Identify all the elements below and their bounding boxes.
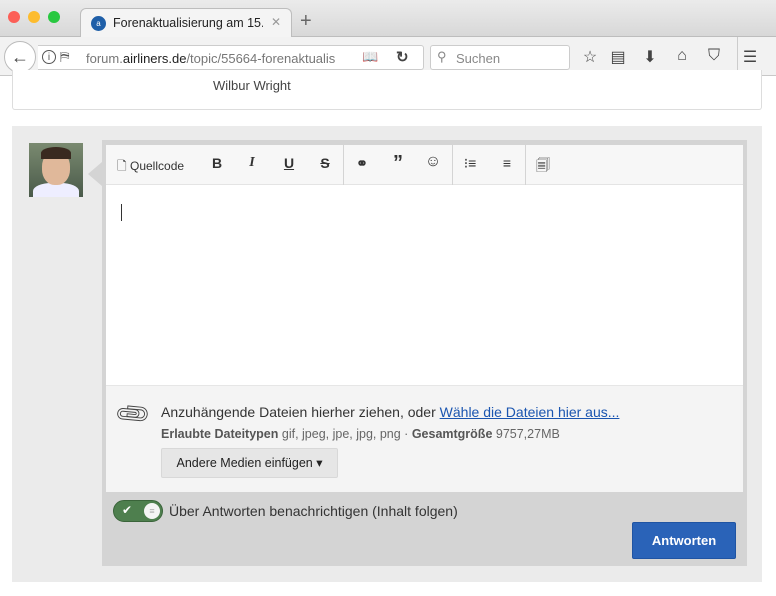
toggle-knob: ≡ [144,503,160,519]
submit-reply-button[interactable]: Antworten [632,522,736,559]
source-code-icon: 🗋 [117,159,127,173]
previous-post-card [12,70,762,110]
allowed-types: Erlaubte Dateitypen gif, jpeg, jpe, jpg,… [161,427,560,441]
link-icon[interactable]: ⚭ [352,155,372,172]
types-label: Erlaubte Dateitypen [161,427,279,441]
home-icon[interactable]: ⌂ [672,47,692,65]
avatar[interactable] [29,143,83,197]
tracking-icon[interactable]: ⛿ [60,49,69,65]
search-input[interactable]: ⚲ Suchen [430,45,570,70]
source-button[interactable]: 🗋 Quellcode [117,157,184,178]
size-label: Gesamtgröße [411,427,493,441]
reader-view-icon[interactable]: 📖 [362,49,378,65]
italic-button[interactable]: I [242,155,262,171]
post-author[interactable]: Wilbur Wright [213,78,291,93]
favicon-icon: a [91,16,106,31]
back-button[interactable]: ← [4,41,36,73]
toolbar-separator [343,145,344,185]
toolbar-separator [525,145,526,185]
other-media-button[interactable]: Andere Medien einfügen ▾ [161,448,338,478]
close-tab-icon[interactable]: ✕ [271,15,281,29]
url-prefix: forum. [86,51,123,66]
follow-label[interactable]: Über Antworten benachrichtigen (Inhalt f… [169,503,458,519]
url-domain: airliners.de [122,51,187,66]
bullet-list-icon[interactable]: ⁝≡ [460,155,480,172]
reload-icon[interactable]: ↻ [396,48,409,66]
source-label: Quellcode [130,159,185,173]
search-placeholder: Suchen [456,51,501,66]
download-icon[interactable]: ⬇ [640,47,660,67]
numbered-list-icon[interactable]: ≡ [497,155,517,171]
browser-tab[interactable]: a Forenaktualisierung am 15.08 ✕ [80,8,292,38]
editor-textarea[interactable] [106,185,743,385]
search-icon: ⚲ [437,49,447,64]
info-icon[interactable]: i [42,50,56,64]
drop-instructions: Anzuhängende Dateien hierher ziehen, ode… [161,404,440,420]
reading-list-icon[interactable]: ▤ [608,47,628,67]
pocket-icon[interactable]: ⛉ [704,47,724,65]
url-bar[interactable]: i ⛿ forum.airliners.de/topic/55664-foren… [38,45,424,70]
drop-text: Anzuhängende Dateien hierher ziehen, ode… [161,404,619,420]
url-path: /topic/55664-forenaktualis [186,51,336,66]
types-value: gif, jpeg, jpe, jpg, png · [278,427,412,441]
zoom-window-button[interactable] [48,11,60,23]
size-value: 9757,27MB [492,427,560,441]
text-caret [121,204,122,221]
bookmark-star-icon[interactable]: ☆ [580,47,600,67]
choose-files-link[interactable]: Wähle die Dateien hier aus... [440,404,620,420]
check-icon: ✔ [122,503,133,517]
bold-button[interactable]: B [207,155,227,171]
follow-toggle[interactable]: ✔ ≡ [113,500,163,522]
minimize-window-button[interactable] [28,11,40,23]
url-text: forum.airliners.de/topic/55664-forenaktu… [86,51,342,66]
close-window-button[interactable] [8,11,20,23]
preview-icon[interactable]: 🗐 [533,155,553,179]
new-tab-button[interactable]: + [300,10,312,33]
emoji-icon[interactable]: ☺ [423,153,443,171]
quote-icon[interactable]: ” [388,152,408,175]
toolbar-separator [452,145,453,185]
speech-arrow [88,162,102,186]
menu-icon[interactable]: ☰ [740,47,760,67]
tab-title: Forenaktualisierung am 15.08 [113,16,263,30]
strikethrough-button[interactable]: S [315,155,335,171]
underline-button[interactable]: U [279,155,299,171]
